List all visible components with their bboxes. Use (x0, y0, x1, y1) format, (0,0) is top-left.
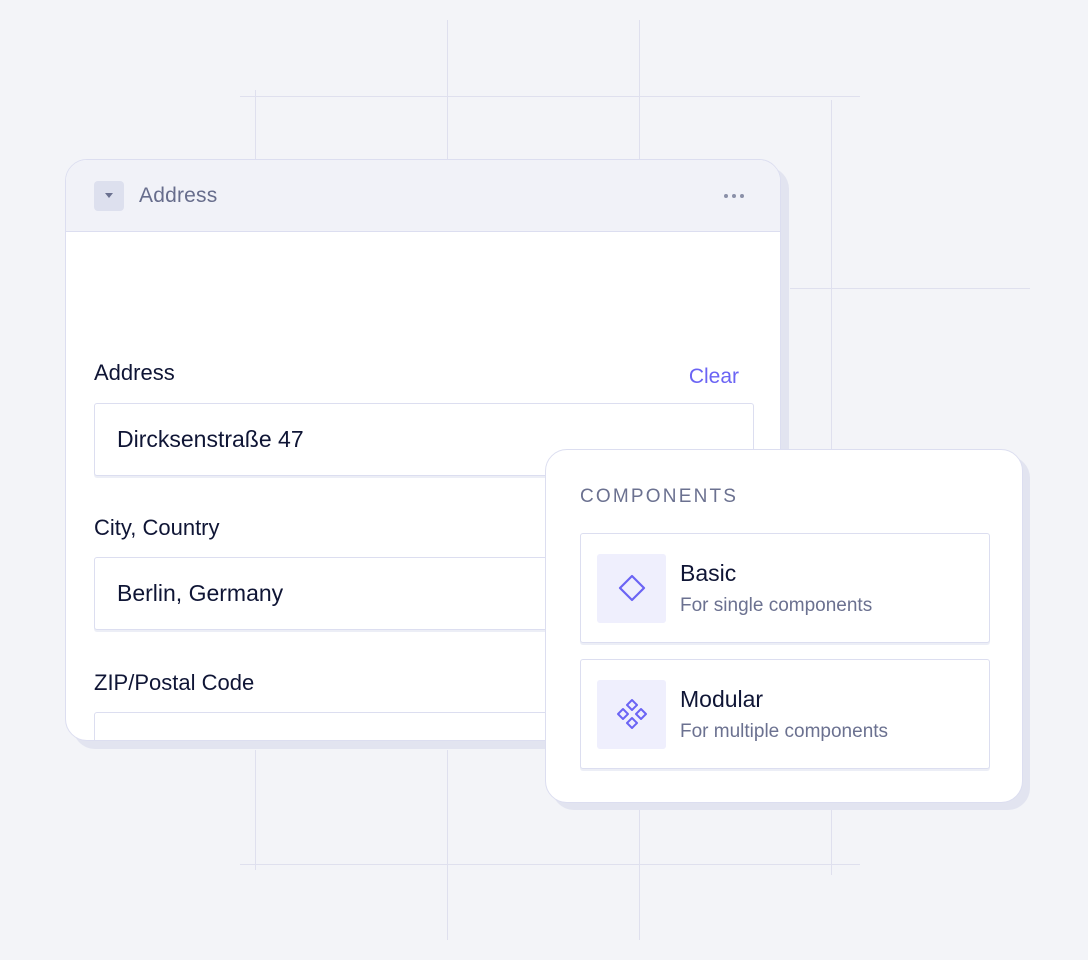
more-options-button[interactable] (716, 188, 752, 204)
collapse-toggle-button[interactable] (94, 180, 124, 211)
background-grid-line (240, 96, 860, 97)
address-label: Address (94, 360, 175, 385)
diamond-icon (618, 574, 645, 602)
card-title: Address (139, 183, 218, 207)
background-grid-line (255, 90, 256, 160)
address-card-header: Address (66, 160, 780, 232)
option-title: Basic (680, 559, 737, 586)
clear-link[interactable]: Clear (689, 365, 739, 389)
background-grid-line (240, 864, 860, 865)
component-option-basic[interactable]: Basic For single components (580, 533, 990, 643)
modular-diamonds-icon (616, 699, 647, 729)
caret-down-icon (105, 193, 113, 198)
option-description: For multiple components (680, 720, 889, 742)
option-title: Modular (680, 685, 764, 712)
city-country-label: City, Country (94, 515, 220, 540)
zip-label: ZIP/Postal Code (94, 670, 255, 695)
background-grid-line (255, 750, 256, 870)
background-grid-line (639, 805, 640, 940)
background-grid-line (831, 100, 832, 450)
background-grid-line (447, 750, 448, 940)
background-grid-line (790, 288, 1030, 289)
option-icon-container (597, 553, 666, 623)
more-horizontal-icon (732, 193, 736, 198)
option-description: For single components (680, 594, 873, 616)
components-heading: COMPONENTS (580, 486, 739, 507)
option-icon-container (597, 679, 666, 749)
components-card: COMPONENTS Basic For single components M… (545, 449, 1023, 803)
component-option-modular[interactable]: Modular For multiple components (580, 659, 990, 769)
more-horizontal-icon (740, 193, 744, 198)
background-grid-line (639, 20, 640, 160)
more-horizontal-icon (724, 193, 728, 198)
background-grid-line (447, 20, 448, 160)
